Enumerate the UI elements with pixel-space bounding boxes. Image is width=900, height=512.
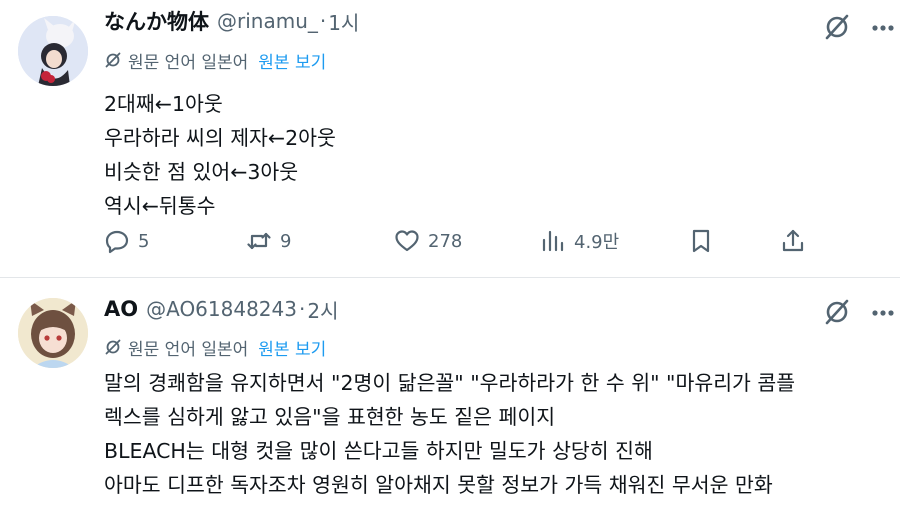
- like-count: 278: [428, 230, 463, 252]
- text-line: 2대째←1아웃: [104, 92, 223, 116]
- bookmark-button[interactable]: [688, 226, 722, 256]
- author-name[interactable]: なんか物体: [104, 6, 209, 36]
- author-name[interactable]: AO: [104, 297, 138, 321]
- translation-notice: 원문 언어 일본어 원본 보기: [104, 47, 326, 73]
- bookmark-icon: [692, 229, 710, 253]
- translation-notice: 원문 언어 일본어 원본 보기: [104, 334, 326, 360]
- grok-icon[interactable]: [822, 297, 852, 327]
- text-line: 렉스를 심하게 앓고 있음"을 표현한 농도 짙은 페이지: [104, 405, 556, 429]
- post-text: 2대째←1아웃 우라하라 씨의 제자←2아웃 비슷한 점 있어←3아웃 역시←뒤…: [104, 87, 336, 223]
- share-button[interactable]: [780, 226, 814, 256]
- repost-button[interactable]: 9: [246, 226, 291, 256]
- text-line: 우라하라 씨의 제자←2아웃: [104, 126, 336, 150]
- share-icon: [782, 229, 804, 252]
- divider: [0, 277, 900, 278]
- heart-icon: [395, 230, 419, 252]
- show-original-link[interactable]: 원본 보기: [258, 48, 326, 73]
- avatar[interactable]: [18, 16, 88, 86]
- repost-icon: [247, 232, 271, 250]
- separator: ·: [319, 9, 327, 33]
- source-language: 원문 언어 일본어: [128, 339, 249, 360]
- like-button[interactable]: 278: [394, 226, 462, 256]
- post-header: なんか物体 @rinamu_ · 1시: [104, 6, 359, 36]
- translate-icon: [105, 52, 121, 68]
- anime-avatar-icon: [18, 298, 88, 368]
- text-line: 말의 경쾌함을 유지하면서 "2명이 닮은꼴" "우라하라가 한 수 위" "마…: [104, 371, 796, 395]
- text-line: BLEACH는 대형 컷을 많이 쓴다고들 하지만 밀도가 상당히 진해: [104, 439, 653, 463]
- reply-count: 5: [138, 230, 150, 252]
- timestamp[interactable]: 1시: [328, 7, 359, 36]
- author-handle[interactable]: @rinamu_: [217, 9, 318, 33]
- grok-icon[interactable]: [822, 12, 852, 42]
- source-language: 원문 언어 일본어: [128, 52, 249, 73]
- view-count: 4.9만: [574, 232, 620, 253]
- reply-button[interactable]: 5: [104, 226, 149, 256]
- timestamp[interactable]: 2시: [307, 295, 338, 324]
- repost-count: 9: [280, 230, 292, 252]
- text-line: 역시←뒤통수: [104, 194, 216, 218]
- views-button[interactable]: 4.9만: [540, 226, 619, 256]
- separator: ·: [298, 297, 306, 321]
- anime-avatar-icon: [18, 16, 88, 86]
- action-bar: 5 9 278 4.9만: [104, 226, 824, 256]
- avatar[interactable]: [18, 298, 88, 368]
- reply-icon: [105, 230, 129, 254]
- post[interactable]: AO @AO61848243 · 2시 원문 언어 일본어 원본 보기 말의 경…: [0, 279, 900, 512]
- translate-icon: [105, 339, 121, 355]
- text-line: 아마도 디프한 독자조차 영원히 알아채지 못할 정보가 가득 채워진 무서운 …: [104, 473, 773, 497]
- more-options-icon[interactable]: [872, 24, 894, 32]
- post-header: AO @AO61848243 · 2시: [104, 294, 338, 324]
- post-text: 말의 경쾌함을 유지하면서 "2명이 닮은꼴" "우라하라가 한 수 위" "마…: [104, 366, 795, 502]
- text-line: 비슷한 점 있어←3아웃: [104, 160, 299, 184]
- analytics-icon: [542, 230, 564, 252]
- show-original-link[interactable]: 원본 보기: [258, 335, 326, 360]
- post[interactable]: なんか物体 @rinamu_ · 1시 원문 언어 일본어 원본 보기 2대째←…: [0, 0, 900, 278]
- more-options-icon[interactable]: [872, 309, 894, 317]
- author-handle[interactable]: @AO61848243: [146, 297, 297, 321]
